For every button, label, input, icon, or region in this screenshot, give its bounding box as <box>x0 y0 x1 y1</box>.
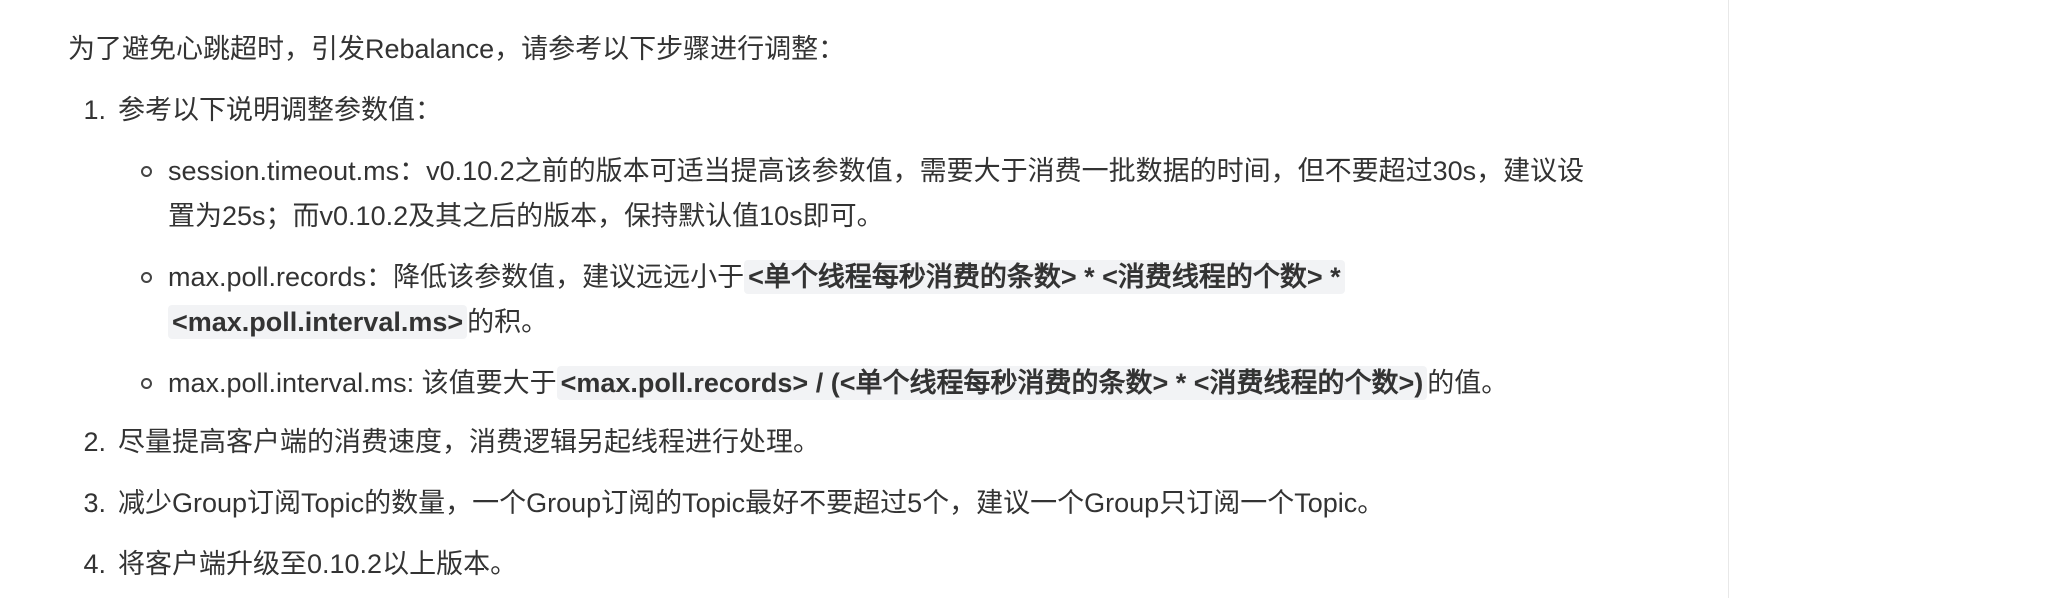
sub-item-text: max.poll.records：降低该参数值，建议远远小于 <box>168 262 745 292</box>
inline-code: <max.poll.records> / (<单个线程每秒消费的条数> * <消… <box>556 366 1428 400</box>
sub-item-text: 的值。 <box>1427 368 1509 398</box>
list-bullet <box>141 272 152 283</box>
step-4-number: 4. <box>83 549 106 579</box>
list-bullet <box>141 166 152 177</box>
sub-item-session-timeout-line2: 置为25s；而v0.10.2及其之后的版本，保持默认值10s即可。 <box>168 201 884 231</box>
sub-item-max-poll-interval: max.poll.interval.ms: 该值要大于 <max.poll.rec… <box>168 360 1508 406</box>
sub-item-max-poll-records-line1: max.poll.records：降低该参数值，建议远远小于 <单个线程每秒消费的… <box>168 254 1345 300</box>
step-3-text: 减少Group订阅Topic的数量，一个Group订阅的Topic最好不要超过5… <box>118 488 1385 518</box>
inline-code: <单个线程每秒消费的条数> * <消费线程的个数> * <box>744 260 1345 294</box>
step-2-number: 2. <box>83 427 106 457</box>
sub-item-text: 的积。 <box>467 307 549 337</box>
document-body: 为了避免心跳超时，引发Rebalance，请参考以下步骤进行调整： 1. 参考以… <box>0 0 1728 598</box>
step-2-text: 尽量提高客户端的消费速度，消费逻辑另起线程进行处理。 <box>118 427 820 457</box>
sub-item-session-timeout-line1: session.timeout.ms：v0.10.2之前的版本可适当提高该参数值… <box>168 156 1585 186</box>
sub-item-max-poll-records-line2: <max.poll.interval.ms> 的积。 <box>168 299 548 345</box>
right-sidebar <box>1728 0 2058 598</box>
list-bullet <box>141 378 152 389</box>
step-1-text: 参考以下说明调整参数值： <box>118 95 442 125</box>
sub-item-text: max.poll.interval.ms: 该值要大于 <box>168 368 557 398</box>
inline-code: <max.poll.interval.ms> <box>168 305 468 339</box>
step-1-number: 1. <box>83 95 106 125</box>
intro-paragraph: 为了避免心跳超时，引发Rebalance，请参考以下步骤进行调整： <box>68 34 846 64</box>
step-4-text: 将客户端升级至0.10.2以上版本。 <box>118 549 518 579</box>
step-3-number: 3. <box>83 488 106 518</box>
